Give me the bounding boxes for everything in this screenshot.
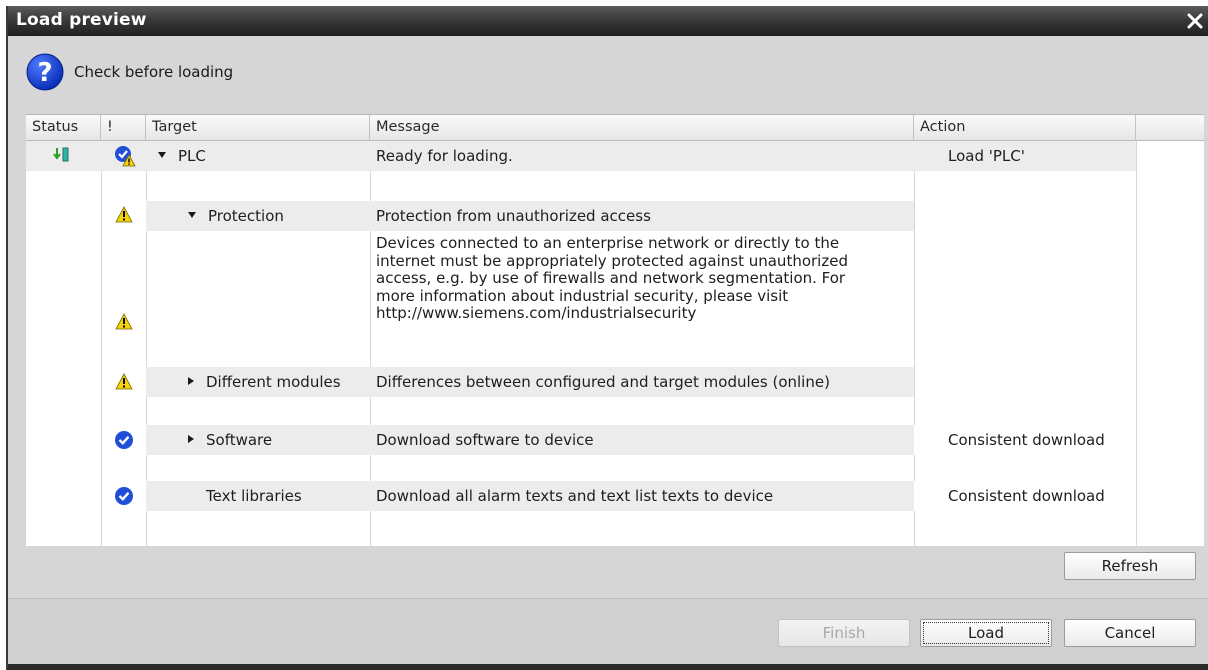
warning-icon (115, 313, 133, 330)
column-message[interactable]: Message (370, 115, 914, 141)
target-text-libraries[interactable]: Text libraries (206, 486, 302, 506)
cancel-button[interactable]: Cancel (1064, 619, 1196, 647)
window-title: Load preview (16, 10, 147, 30)
expand-triangle-icon[interactable] (188, 376, 194, 385)
action-cell[interactable]: Consistent download (948, 486, 1105, 506)
load-preview-dialog: Load preview ? Check before loading Stat… (6, 6, 1208, 670)
security-message: Devices connected to an enterprise netwo… (376, 234, 896, 323)
target-protection[interactable]: Protection (188, 206, 284, 226)
message-cell: Protection from unauthorized access (376, 207, 651, 225)
download-status-icon (53, 147, 69, 162)
bottom-border (8, 664, 1208, 670)
check-icon (115, 431, 133, 449)
close-button[interactable] (1182, 8, 1208, 34)
refresh-button[interactable]: Refresh (1064, 552, 1196, 580)
message-cell: Ready for loading. (376, 147, 513, 165)
preview-table: Status ! Target Message Action PLC Ready… (26, 114, 1204, 546)
target-different-modules[interactable]: Different modules (188, 372, 341, 392)
header-text: Check before loading (74, 63, 234, 81)
close-icon (1187, 13, 1203, 29)
column-filler (1136, 115, 1204, 141)
table-row[interactable]: Software Download software to device Con… (26, 425, 1204, 455)
question-icon: ? (26, 53, 64, 91)
warning-icon (115, 373, 133, 390)
svg-text:?: ? (37, 58, 52, 88)
finish-button[interactable]: Finish (778, 619, 910, 647)
expand-triangle-icon[interactable] (158, 151, 166, 158)
message-cell: Differences between configured and targe… (376, 373, 830, 391)
action-cell[interactable]: Consistent download (948, 430, 1105, 450)
table-row[interactable]: Devices connected to an enterprise netwo… (26, 233, 1204, 343)
action-cell[interactable]: Load 'PLC' (948, 146, 1025, 166)
column-action[interactable]: Action (914, 115, 1136, 141)
check-warning-icon (115, 146, 136, 167)
title-bar: Load preview (8, 6, 1208, 36)
column-target[interactable]: Target (146, 115, 370, 141)
table-header: Status ! Target Message Action (26, 115, 1204, 141)
column-status[interactable]: Status (26, 115, 101, 141)
warning-icon (115, 206, 133, 223)
table-row[interactable]: PLC Ready for loading. Load 'PLC' (26, 141, 1204, 171)
table-row[interactable]: Text libraries Download all alarm texts … (26, 481, 1204, 511)
load-button[interactable]: Load (920, 619, 1052, 647)
target-plc[interactable]: PLC (158, 146, 206, 166)
header: ? Check before loading (26, 52, 233, 92)
footer: Finish Load Cancel (8, 599, 1208, 670)
target-software[interactable]: Software (188, 430, 272, 450)
message-cell: Download all alarm texts and text list t… (376, 487, 774, 505)
expand-triangle-icon[interactable] (188, 211, 196, 218)
table-row[interactable]: Protection Protection from unauthorized … (26, 201, 1204, 231)
security-link[interactable]: http://www.siemens.com/industrialsecurit… (376, 304, 896, 323)
table-row[interactable]: Different modules Differences between co… (26, 367, 1204, 397)
column-alert[interactable]: ! (101, 115, 146, 141)
expand-triangle-icon[interactable] (188, 434, 194, 443)
check-icon (115, 487, 133, 505)
message-cell: Download software to device (376, 431, 594, 449)
